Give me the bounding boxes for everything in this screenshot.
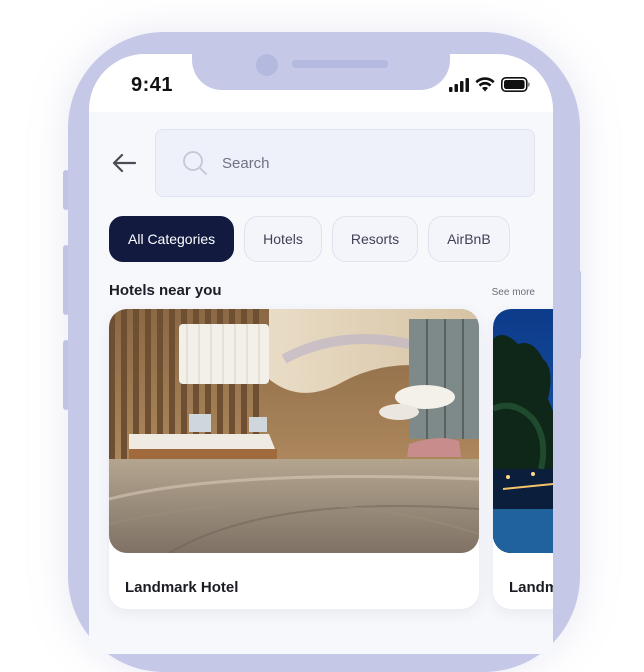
hotel-name: Landmark Hotel — [125, 579, 239, 596]
wifi-icon — [475, 77, 495, 92]
status-icons — [449, 76, 531, 92]
back-button[interactable] — [109, 150, 139, 176]
chip-airbnb[interactable]: AirBnB — [428, 216, 510, 262]
category-chips: All Categories Hotels Resorts AirBnB — [109, 216, 510, 262]
chip-all-categories[interactable]: All Categories — [109, 216, 235, 262]
hotel-name: Landmark Hotel — [509, 579, 553, 596]
status-bar: 9:41 — [89, 54, 553, 112]
signal-icon — [449, 78, 469, 92]
section-title: Hotels near you — [109, 282, 222, 299]
earpiece-speaker — [292, 60, 388, 68]
hotel-card[interactable]: Landmark Hotel — [109, 309, 479, 609]
chip-resorts[interactable]: Resorts — [331, 216, 419, 262]
hotel-card[interactable]: Landmark Hotel — [493, 309, 553, 609]
section-header: Hotels near you See more — [109, 282, 535, 299]
back-arrow-icon — [112, 153, 137, 173]
app-screen: 9:41 Search All Categories Hotels Resort… — [89, 54, 553, 654]
search-input[interactable] — [220, 153, 504, 173]
resort-night-photo — [493, 309, 553, 553]
front-camera — [256, 54, 278, 76]
chip-hotels[interactable]: Hotels — [244, 216, 322, 262]
search-bar[interactable] — [155, 129, 535, 197]
hotel-lobby-photo — [109, 309, 479, 553]
battery-icon — [501, 77, 530, 92]
status-time: 9:41 — [131, 74, 174, 96]
search-icon — [183, 151, 207, 175]
phone-notch — [192, 54, 450, 90]
see-more-link[interactable]: See more — [492, 287, 535, 298]
